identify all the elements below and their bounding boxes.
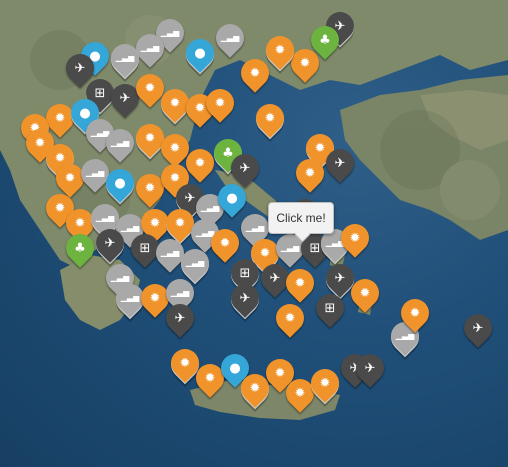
airplane-icon: ✈ <box>334 155 346 171</box>
sun-icon: ✹ <box>219 235 231 251</box>
map-marker[interactable]: ✹ <box>280 263 320 303</box>
map-canvas[interactable]: ✈ ♣ ✹ ✹ ✹ ▁▃▅ ● ▁▃▅ ▁▃▅ ▁▃▅ ● ✈ ⊞ ✈ ✹ ✹ ✹ ✹ ✹ ✹ ✹ ● ▁▃▅ ▁▃▅ ✹ ✹ ✹ ♣… <box>0 0 508 467</box>
map-marker[interactable]: ✈ <box>320 143 360 183</box>
sun-icon: ✹ <box>349 230 361 246</box>
sun-icon: ✹ <box>54 110 66 126</box>
map-marker[interactable]: ✈ <box>90 223 130 263</box>
signal-bars-icon: ▁▃▅ <box>110 138 130 147</box>
sun-icon: ✹ <box>149 290 161 306</box>
map-marker[interactable]: ⊞ <box>310 288 350 328</box>
map-marker[interactable]: ✹ <box>205 223 245 263</box>
sun-icon: ✹ <box>249 380 261 396</box>
tree-icon: ♣ <box>74 240 86 256</box>
airplane-icon: ✈ <box>334 270 346 286</box>
map-marker[interactable]: ✹ <box>290 153 330 193</box>
signal-bars-icon: ▁▃▅ <box>220 33 240 42</box>
sun-icon: ✹ <box>284 310 296 326</box>
map-marker[interactable]: ✹ <box>270 298 310 338</box>
map-marker[interactable]: ▁▃▅ <box>210 18 250 58</box>
map-marker[interactable]: ✈ <box>225 278 265 318</box>
map-marker[interactable]: ✹ <box>235 53 275 93</box>
airplane-icon: ✈ <box>239 160 251 176</box>
airplane-icon: ✈ <box>269 270 281 286</box>
windows-icon: ⊞ <box>139 240 151 256</box>
sun-icon: ✹ <box>274 42 286 58</box>
map-marker[interactable]: ✈ <box>225 148 265 188</box>
sun-icon: ✹ <box>169 140 181 156</box>
map-marker[interactable]: ▁▃▅ <box>100 123 140 163</box>
sun-icon: ✹ <box>409 305 421 321</box>
map-marker[interactable]: ● <box>180 33 220 73</box>
signal-bars-icon: ▁▃▅ <box>140 43 160 52</box>
sun-icon: ✹ <box>169 95 181 111</box>
sun-icon: ✹ <box>249 65 261 81</box>
map-marker[interactable]: ✹ <box>395 293 435 333</box>
water-drop-icon: ● <box>226 190 238 206</box>
airplane-icon: ✈ <box>74 60 86 76</box>
popup-text: Click me! <box>276 211 326 225</box>
sun-icon: ✹ <box>264 110 276 126</box>
signal-bars-icon: ▁▃▅ <box>185 258 205 267</box>
map-marker[interactable]: ✈ <box>350 348 390 388</box>
water-drop-icon: ● <box>194 45 206 61</box>
sun-icon: ✹ <box>299 55 311 71</box>
sun-icon: ✹ <box>214 95 226 111</box>
map-marker[interactable]: ✹ <box>250 98 290 138</box>
sun-icon: ✹ <box>64 170 76 186</box>
sun-icon: ✹ <box>319 375 331 391</box>
airplane-icon: ✈ <box>104 235 116 251</box>
map-marker[interactable]: ✹ <box>200 83 240 123</box>
sun-icon: ✹ <box>179 355 191 371</box>
sun-icon: ✹ <box>144 80 156 96</box>
sun-icon: ✹ <box>304 165 316 181</box>
airplane-icon: ✈ <box>472 320 484 336</box>
popup-tooltip[interactable]: Click me! <box>268 202 334 234</box>
map-marker[interactable]: ▁▃▅ <box>105 38 145 78</box>
sun-icon: ✹ <box>194 155 206 171</box>
water-drop-icon: ● <box>114 175 126 191</box>
map-marker[interactable]: ✹ <box>345 273 385 313</box>
sun-icon: ✹ <box>294 275 306 291</box>
map-marker[interactable]: ✹ <box>335 218 375 258</box>
map-marker[interactable]: ● <box>100 163 140 203</box>
map-marker[interactable]: ✈ <box>160 298 200 338</box>
map-marker[interactable]: ✈ <box>458 308 498 348</box>
map-marker[interactable]: ♣ <box>60 228 100 268</box>
sun-icon: ✹ <box>359 285 371 301</box>
map-marker[interactable]: ✹ <box>305 363 345 403</box>
windows-icon: ⊞ <box>324 300 336 316</box>
map-marker[interactable]: ● <box>212 178 252 218</box>
airplane-icon: ✈ <box>174 310 186 326</box>
airplane-icon: ✈ <box>239 290 251 306</box>
map-marker[interactable]: ▁▃▅ <box>175 243 215 283</box>
airplane-icon: ✈ <box>364 360 376 376</box>
signal-bars-icon: ▁▃▅ <box>115 53 135 62</box>
